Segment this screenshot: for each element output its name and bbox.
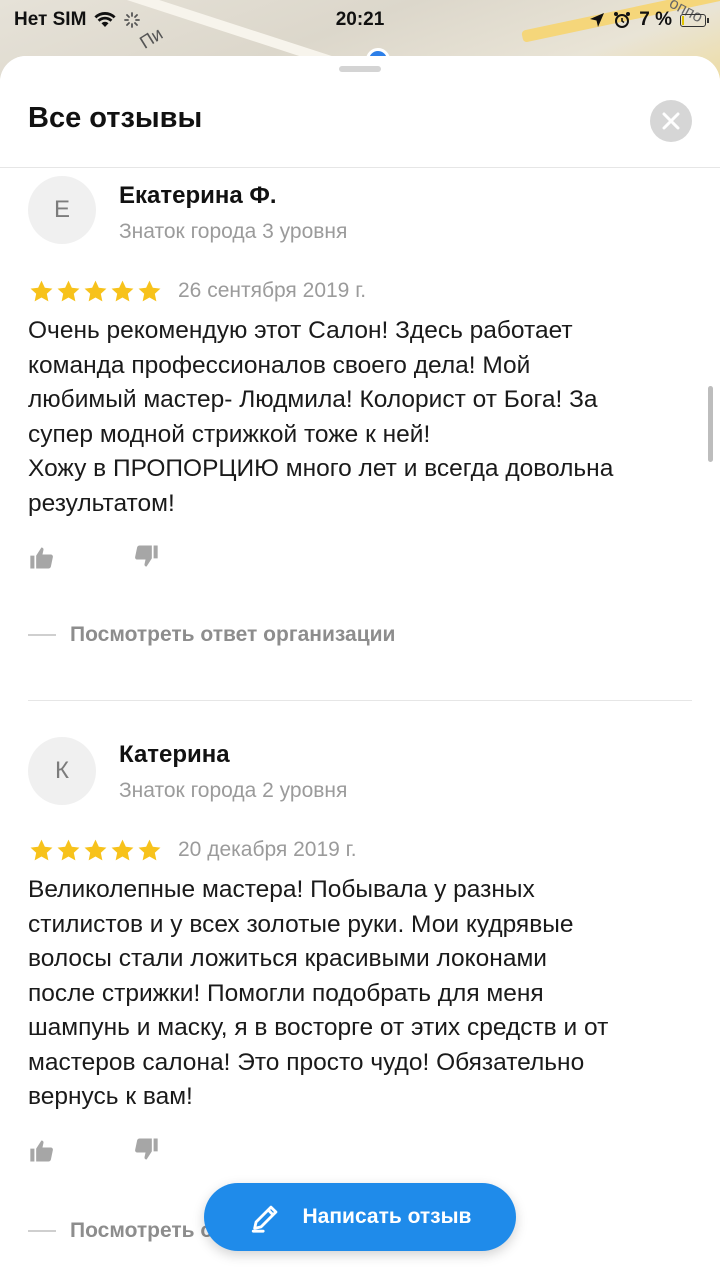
star-icon: [30, 280, 53, 302]
reviews-sheet: Все отзывы Е Екатерина Ф. Знаток города …: [0, 56, 720, 1280]
thumb-up-icon: [30, 1140, 53, 1162]
pencil-icon: [251, 1205, 277, 1233]
rating-stars: [29, 279, 162, 304]
review-date: 20 декабря 2019 г.: [178, 838, 357, 861]
close-button[interactable]: [650, 100, 692, 142]
loading-spinner-icon: [124, 12, 141, 28]
location-arrow-icon: [590, 13, 605, 27]
rating-stars: [29, 838, 162, 863]
scrollbar[interactable]: [708, 386, 713, 462]
write-review-button[interactable]: Написать отзыв: [204, 1183, 516, 1251]
battery-level-fill: [682, 15, 684, 25]
reply-line: [28, 1230, 56, 1232]
status-bar: Нет SIM 20:21 7 %: [0, 0, 720, 40]
reply-line: [28, 634, 56, 636]
author-level: Знаток города 2 уровня: [119, 779, 348, 802]
close-icon: [662, 112, 680, 130]
wifi-icon: [94, 12, 117, 27]
carrier-label: Нет SIM: [14, 9, 87, 30]
status-left: Нет SIM: [14, 9, 254, 31]
star-icon: [84, 280, 107, 302]
battery-percent: 7 %: [639, 9, 672, 30]
review-text: Очень рекомендую этот Салон! Здесь работ…: [28, 317, 614, 517]
thumb-down-icon: [135, 545, 158, 567]
author-name[interactable]: Екатерина Ф.: [119, 182, 277, 210]
avatar[interactable]: К: [28, 737, 96, 805]
sheet-header: Все отзывы: [0, 56, 720, 168]
write-review-label: Написать отзыв: [302, 1205, 472, 1228]
star-icon: [111, 839, 134, 861]
star-icon: [57, 839, 80, 861]
star-icon: [111, 280, 134, 302]
divider: [28, 700, 692, 701]
like-button[interactable]: [28, 544, 58, 574]
alarm-icon: [614, 12, 631, 28]
review-text: Великолепные мастера! Побывала у разных …: [28, 876, 609, 1110]
battery-icon: [680, 13, 709, 27]
dislike-button[interactable]: [132, 1135, 162, 1165]
dislike-button[interactable]: [132, 542, 162, 572]
author-name[interactable]: Катерина: [119, 741, 230, 769]
star-icon: [84, 839, 107, 861]
star-icon: [138, 839, 161, 861]
star-icon: [57, 280, 80, 302]
view-org-reply-label: Посмотреть ответ организации: [70, 623, 396, 646]
star-icon: [138, 280, 161, 302]
thumb-up-icon: [30, 547, 53, 569]
status-right: 7 %: [466, 9, 709, 31]
like-button[interactable]: [28, 1137, 58, 1167]
status-time: 20:21: [335, 9, 385, 30]
review-date: 26 сентября 2019 г.: [178, 279, 367, 302]
view-org-reply-link[interactable]: Посмотреть ответ организации: [28, 623, 395, 647]
author-level: Знаток города 3 уровня: [119, 220, 348, 243]
thumb-down-icon: [135, 1138, 158, 1160]
page-title: Все отзывы: [28, 102, 203, 134]
sheet-drag-handle[interactable]: [339, 66, 381, 72]
star-icon: [30, 839, 53, 861]
avatar[interactable]: Е: [28, 176, 96, 244]
